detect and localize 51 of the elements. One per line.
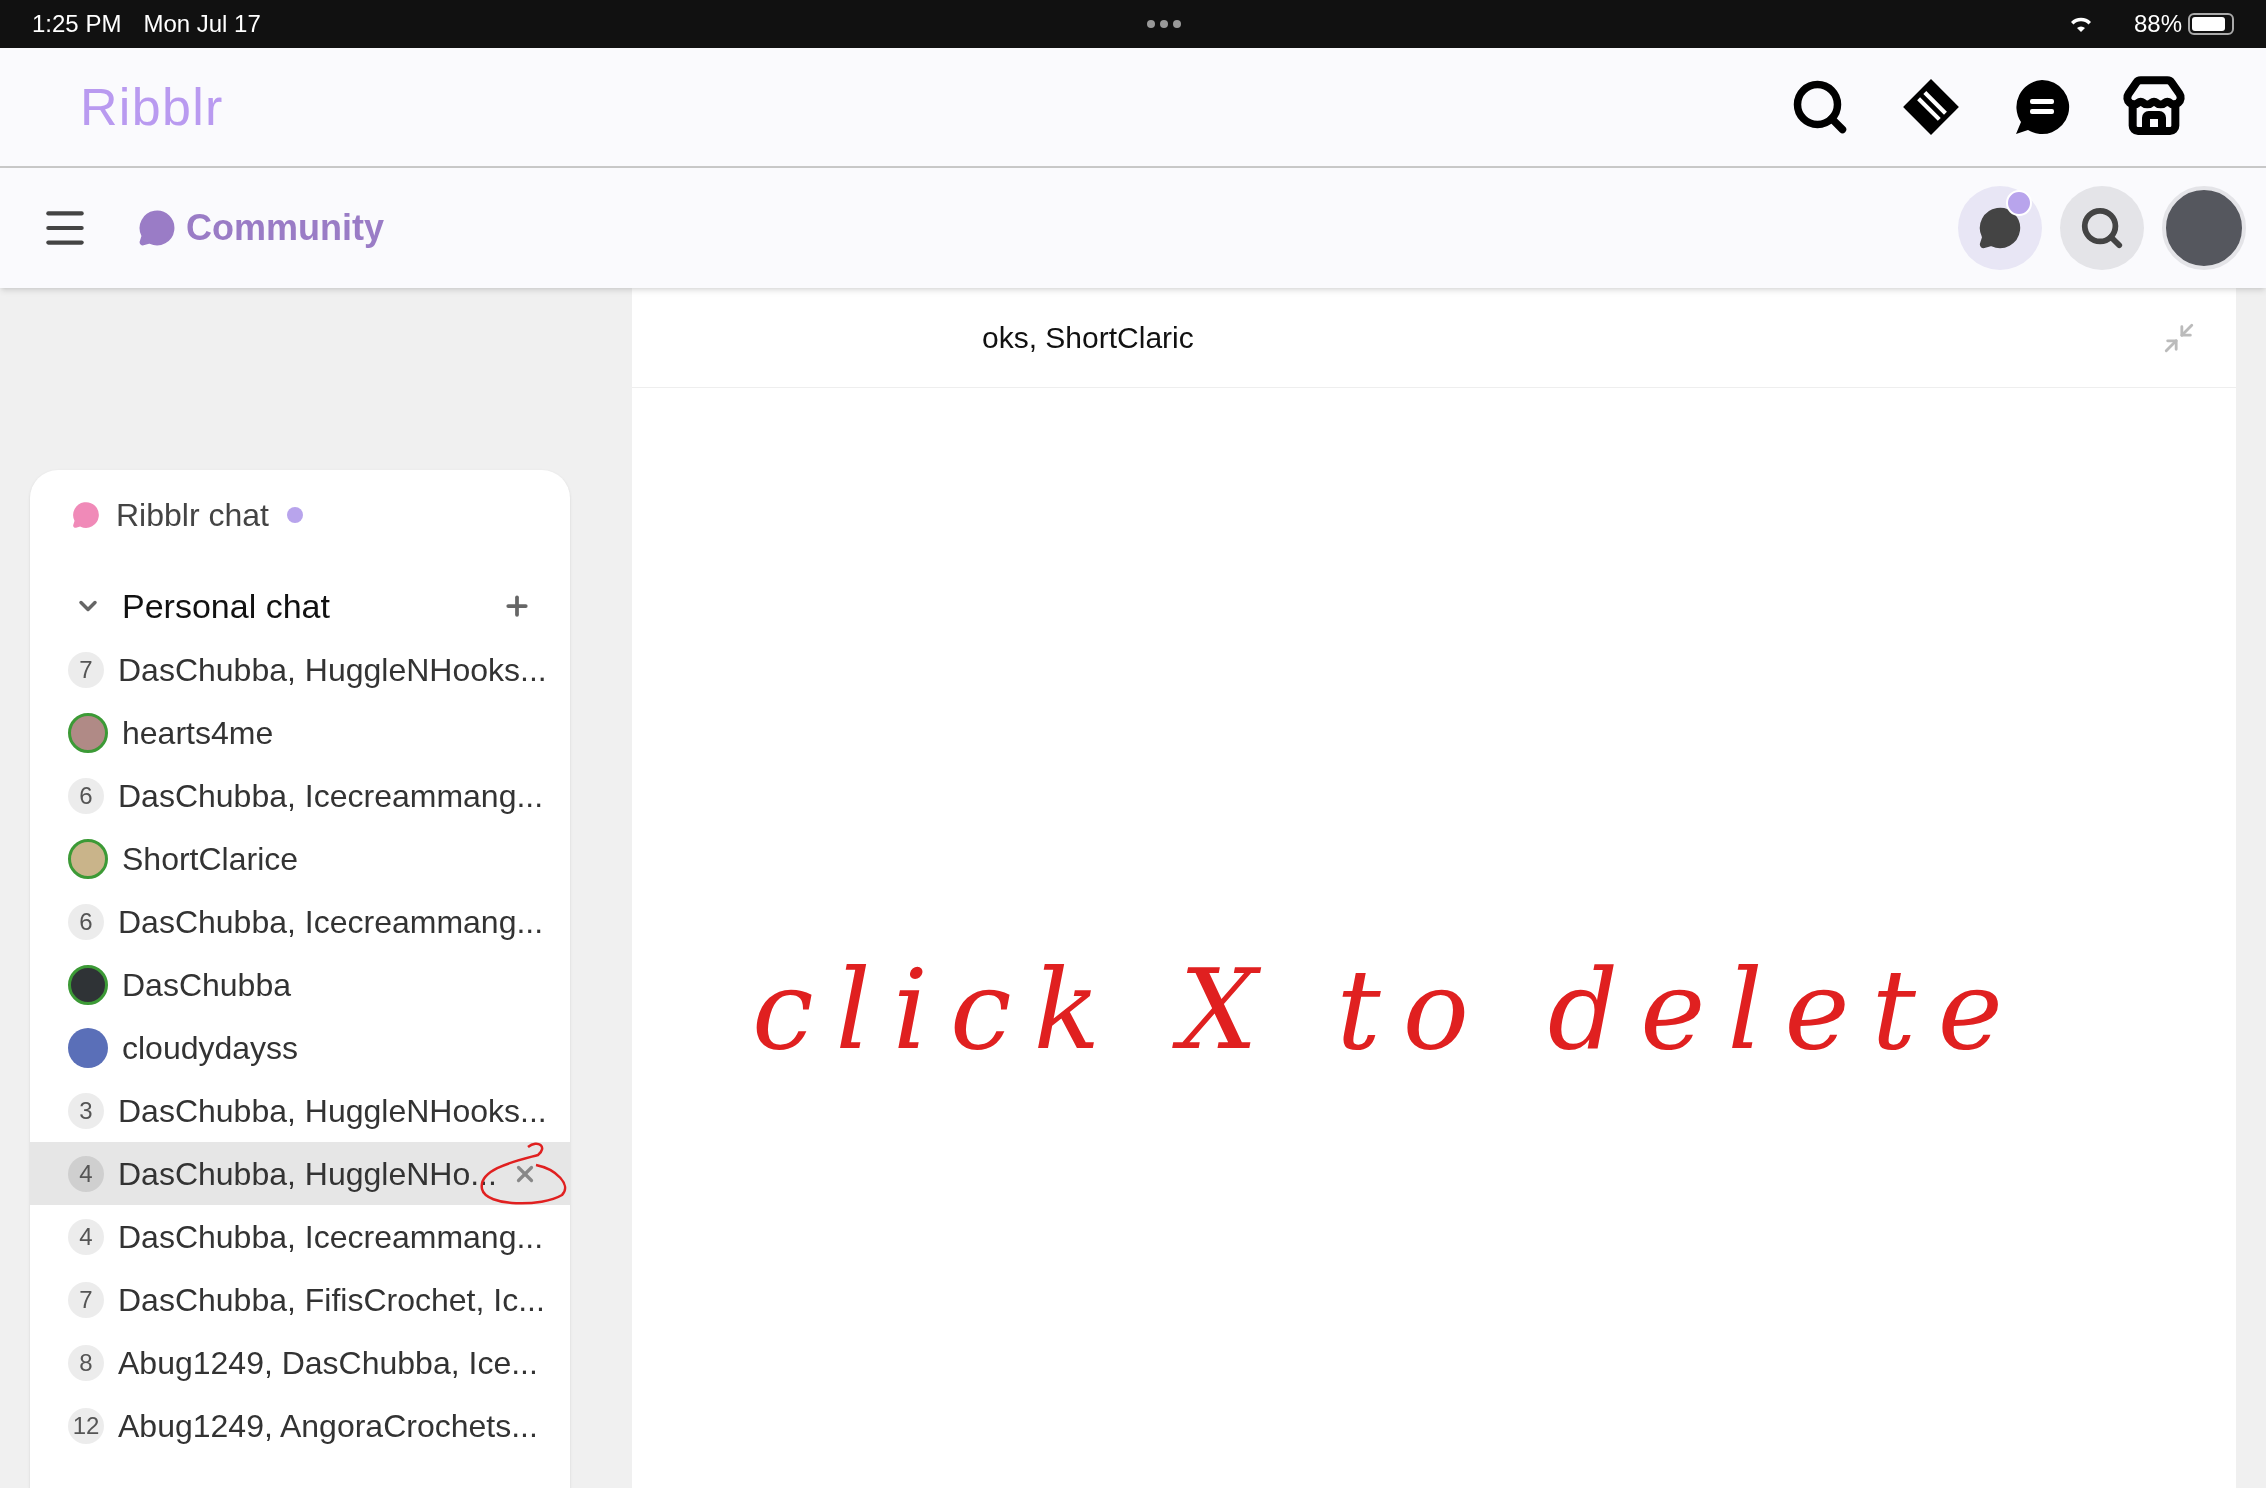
chat-name: DasChubba, Icecreammang...	[118, 1217, 544, 1257]
status-date: Mon Jul 17	[143, 9, 261, 39]
chat-item[interactable]: DasChubba	[30, 953, 570, 1016]
chat-name: Abug1249, DasChubba, Ice...	[118, 1343, 538, 1383]
chat-item[interactable]: 7 DasChubba, HuggleNHooks...	[30, 638, 570, 701]
member-count: 12	[68, 1407, 104, 1444]
page-title: Community	[186, 206, 384, 250]
chat-item[interactable]: 3 DasChubba, HuggleNHooks...	[30, 1079, 570, 1142]
member-count: 8	[68, 1344, 104, 1381]
chat-name: Abug1249, AngoraCrochets...	[118, 1406, 538, 1446]
community-icon	[138, 209, 176, 247]
member-count: 4	[68, 1155, 104, 1192]
ribblr-chat-item[interactable]: Ribblr chat	[30, 484, 570, 546]
chat-item[interactable]: 8 Abug1249, DasChubba, Ice...	[30, 1331, 570, 1394]
chat-name: hearts4me	[122, 713, 274, 753]
chat-item[interactable]: hearts4me	[30, 701, 570, 764]
chat-name: DasChubba, HuggleNHooks...	[118, 650, 547, 690]
chat-name: DasChubba, Icecreammang...	[118, 902, 544, 942]
chat-item[interactable]: 12 Abug1249, AngoraCrochets...	[30, 1394, 570, 1457]
section-header[interactable]: Personal chat	[30, 574, 570, 638]
handwritten-note: click X to delete	[752, 945, 2025, 1076]
chat-name: ShortClarice	[122, 839, 299, 879]
search-icon	[2079, 205, 2125, 251]
chat-icon	[72, 501, 100, 529]
section-title: Personal chat	[122, 585, 330, 627]
chat-name: DasChubba, FifisCrochet, Ic...	[118, 1280, 545, 1320]
chat-name: DasChubba, HuggleNHooks...	[118, 1091, 547, 1131]
dots-icon	[1147, 20, 1182, 28]
chat-name: DasChubba	[122, 965, 291, 1005]
chat-item[interactable]: ShortClarice	[30, 827, 570, 890]
battery-icon	[2188, 13, 2234, 35]
chat-item[interactable]: 6 DasChubba, Icecreammang...	[30, 890, 570, 953]
battery-percent: 88%	[2133, 9, 2182, 39]
chat-title: oks, ShortClaric	[982, 320, 1194, 356]
chat-item[interactable]: 7 DasChubba, FifisCrochet, Ic...	[30, 1268, 570, 1331]
member-count: 3	[68, 1092, 104, 1129]
chat-name: DasChubba, HuggleNHo...	[118, 1154, 497, 1194]
chat-item[interactable]: 6 DasChubba, Icecreammang...	[30, 764, 570, 827]
status-time: 1:25 PM	[32, 9, 122, 39]
member-count: 4	[68, 1218, 104, 1255]
chat-bubble-icon	[1978, 206, 2022, 250]
member-count: 7	[68, 1281, 104, 1318]
chat-name: cloudydayss	[122, 1028, 299, 1068]
member-count: 6	[68, 777, 104, 814]
chat-item[interactable]: 4 DasChubba, Icecreammang...	[30, 1205, 570, 1268]
member-count: 7	[68, 651, 104, 688]
ribblr-chat-label: Ribblr chat	[116, 496, 269, 535]
chat-name: DasChubba, Icecreammang...	[118, 776, 544, 816]
member-count: 6	[68, 903, 104, 940]
chat-item[interactable]: 4 DasChubba, HuggleNHo...	[30, 1142, 570, 1205]
chat-item[interactable]: cloudydayss	[30, 1016, 570, 1079]
